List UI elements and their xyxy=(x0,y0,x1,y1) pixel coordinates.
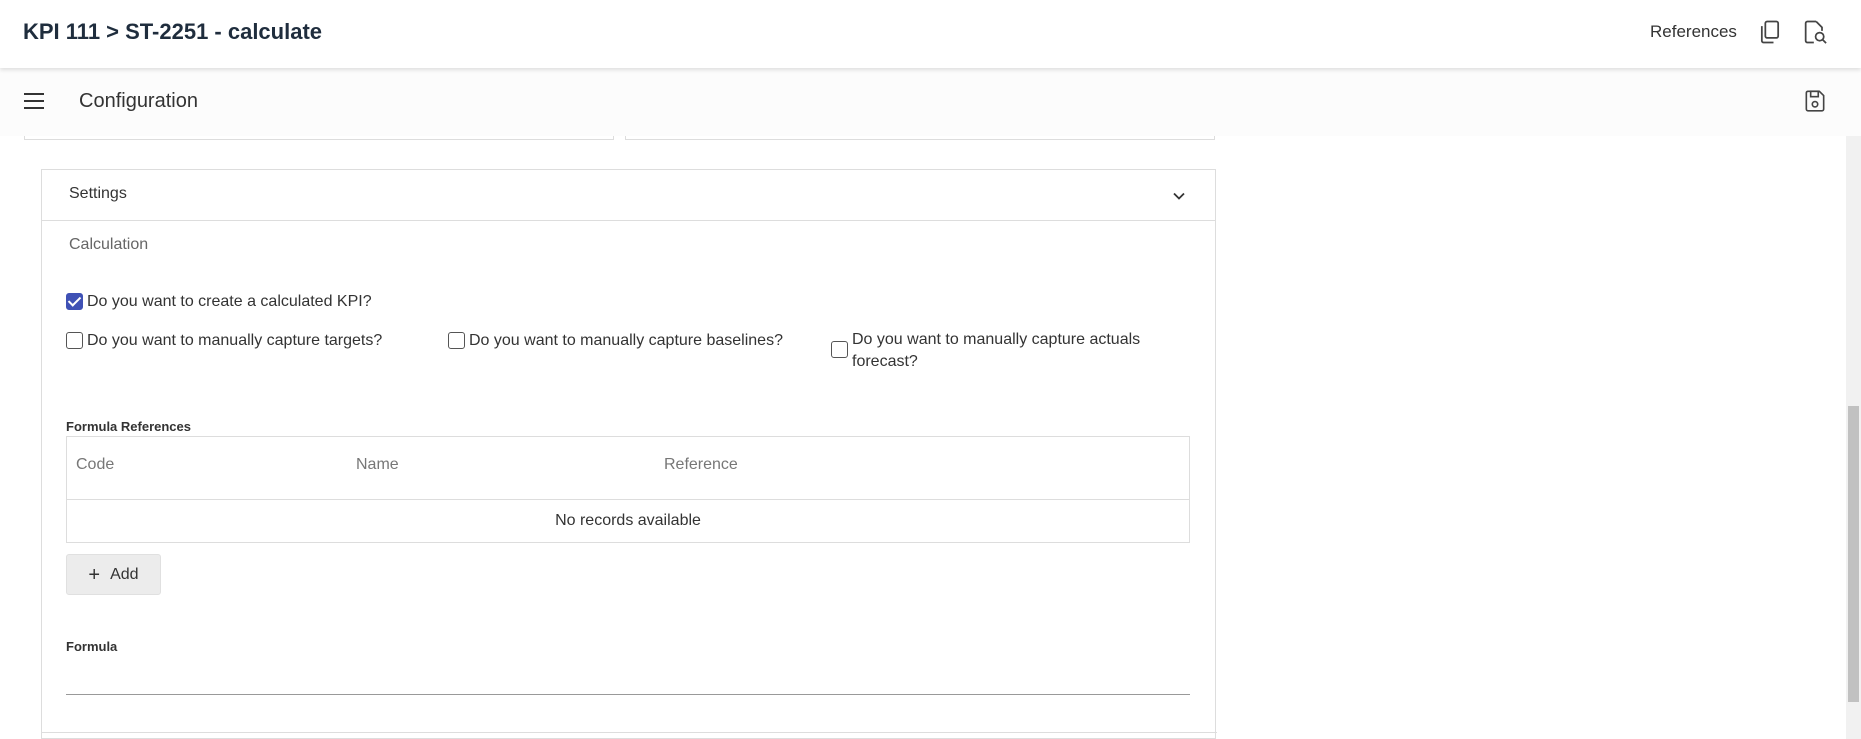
calculation-title: Calculation xyxy=(69,236,149,253)
panel-divider xyxy=(42,732,1217,733)
empty-table-message: No records available xyxy=(555,512,701,529)
save-icon[interactable] xyxy=(1802,88,1828,114)
capture-actuals-forecast-option[interactable]: Do you want to manually capture actuals … xyxy=(831,329,1151,373)
formula-references-table: Code Name Reference No records available xyxy=(66,436,1190,543)
references-link[interactable]: References xyxy=(1650,22,1737,42)
hamburger-menu-icon[interactable] xyxy=(24,92,44,110)
checkbox-label: Do you want to manually capture baseline… xyxy=(469,332,783,349)
checkbox-label: Do you want to create a calculated KPI? xyxy=(87,293,372,310)
page-title: KPI 111 > ST-2251 - calculate xyxy=(23,19,323,44)
capture-actuals-forecast-checkbox[interactable] xyxy=(831,341,848,358)
top-header: KPI 111 > ST-2251 - calculate References xyxy=(0,0,1861,68)
settings-title: Settings xyxy=(69,185,127,202)
calculated-kpi-option[interactable]: Do you want to create a calculated KPI? xyxy=(66,291,372,313)
column-header-name[interactable]: Name xyxy=(356,456,399,474)
configuration-title: Configuration xyxy=(79,90,198,112)
column-header-code[interactable]: Code xyxy=(76,456,114,474)
document-search-icon[interactable] xyxy=(1801,18,1829,46)
add-reference-button[interactable]: + Add xyxy=(66,554,161,595)
settings-panel-header[interactable]: Settings xyxy=(42,170,1215,221)
column-header-reference[interactable]: Reference xyxy=(664,456,738,474)
capture-baselines-checkbox[interactable] xyxy=(448,332,465,349)
table-header: Code Name Reference xyxy=(67,437,1189,500)
calculated-kpi-checkbox[interactable] xyxy=(66,293,83,310)
scrollbar-thumb[interactable] xyxy=(1848,406,1859,702)
add-button-label: Add xyxy=(110,565,139,583)
capture-targets-checkbox[interactable] xyxy=(66,332,83,349)
chevron-down-icon[interactable] xyxy=(1171,188,1187,204)
plus-icon: + xyxy=(88,563,101,586)
capture-targets-option[interactable]: Do you want to manually capture targets? xyxy=(66,330,382,352)
checkbox-label: Do you want to manually capture targets? xyxy=(87,332,383,349)
formula-input-underline xyxy=(66,694,1190,695)
sub-header: Configuration xyxy=(0,68,1861,136)
checkbox-label: Do you want to manually capture actuals … xyxy=(852,331,1141,370)
capture-baselines-option[interactable]: Do you want to manually capture baseline… xyxy=(448,330,783,352)
settings-panel: Settings Calculation Do you want to crea… xyxy=(41,169,1217,739)
copy-icon[interactable] xyxy=(1756,18,1784,46)
formula-references-label: Formula References xyxy=(66,419,191,434)
formula-label: Formula xyxy=(66,639,118,654)
formula-input[interactable] xyxy=(66,666,1190,694)
